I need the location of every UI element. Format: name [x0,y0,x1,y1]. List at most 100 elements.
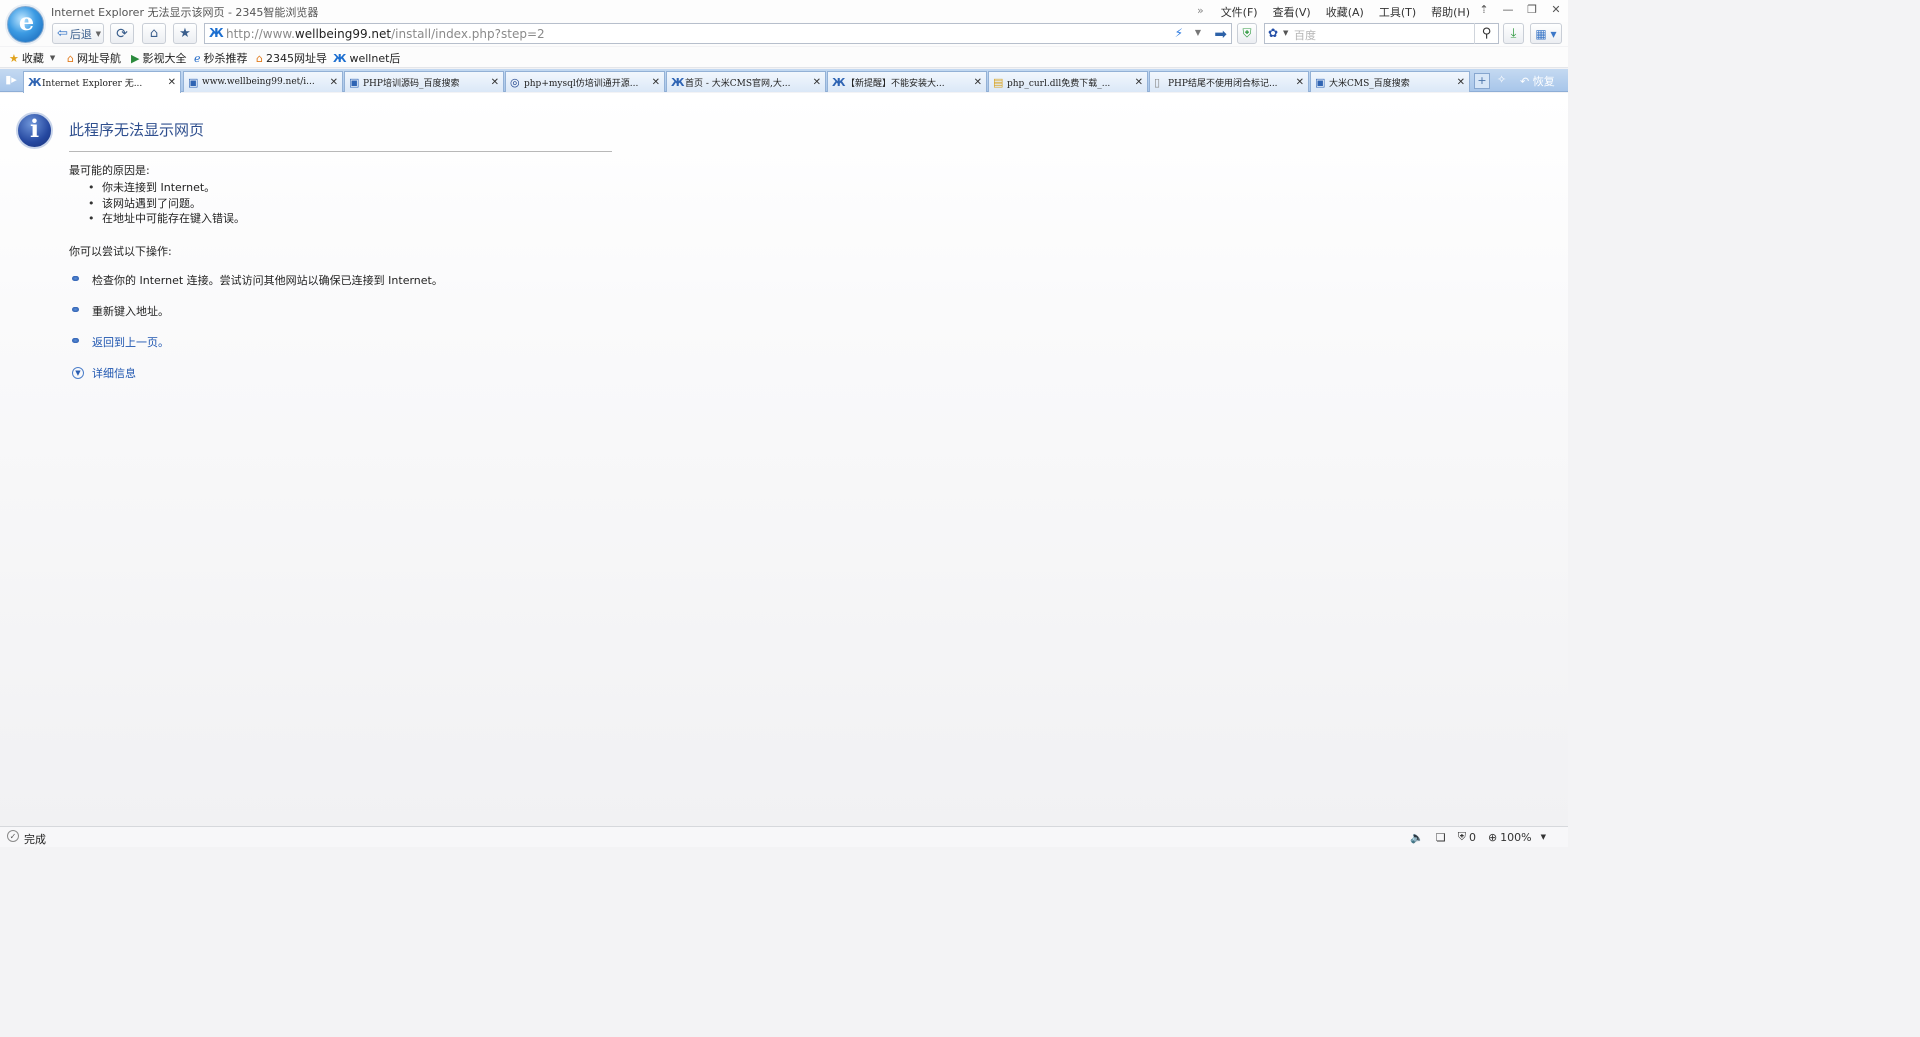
status-check-icon: ✓ [7,830,19,842]
close-tab-icon[interactable]: ✕ [650,77,660,88]
house-icon: ⌂ [256,51,263,65]
favorite-link-nav[interactable]: ⌂ 网址导航 [67,50,121,66]
favorite-link-deals[interactable]: ℯ 秒杀推荐 [194,50,248,66]
site-favicon-icon: Ж [209,26,224,40]
action-check-connection: 检查你的 Internet 连接。尝试访问其他网站以确保已连接到 Interne… [72,272,443,288]
star-icon: ★ [179,26,191,41]
extensions-icon: ▦ ▾ [1535,26,1557,41]
tab-9[interactable]: ▣ 大米CMS_百度搜索 ✕ [1310,71,1470,92]
menu-help[interactable]: 帮助(H) [1431,4,1470,19]
favorites-menu[interactable]: ★ 收藏 ▼ [9,50,55,66]
back-button[interactable]: ⇦ 后退 ▼ [52,23,104,44]
back-arrow-icon: ⇦ [57,26,68,41]
bullet-icon [72,338,79,343]
speed-mode-icon[interactable]: ⚡ [1175,26,1183,40]
close-tab-icon[interactable]: ✕ [1133,77,1143,88]
site-icon: Ж [832,75,846,89]
favorite-button[interactable]: ★ [173,23,197,44]
restore-icon[interactable]: ❐ [1520,0,1544,20]
new-tab-button[interactable]: + [1474,73,1490,89]
title-bar: e Internet Explorer 无法显示该网页 - 2345智能浏览器 … [0,0,1568,43]
zoom-icon: ⊕ [1487,830,1498,844]
tab-2[interactable]: ▣ www.wellbeing99.net/i... ✕ [183,71,343,92]
home-button[interactable]: ⌂ [142,23,166,44]
favorite-link-wellnet[interactable]: Ж wellnet后 [333,50,400,66]
close-tab-icon[interactable]: ✕ [1455,77,1465,88]
go-arrow-icon[interactable]: ➡ [1214,25,1227,43]
tab-7[interactable]: ▤ php_curl.dll免费下载_... ✕ [988,71,1148,92]
menu-favorites[interactable]: 收藏(A) [1326,4,1364,19]
menu-bar: » 文件(F) 查看(V) 收藏(A) 工具(T) 帮助(H) [1197,4,1470,19]
extensions-button[interactable]: ▦ ▾ [1530,23,1562,44]
favorite-link-2345[interactable]: ⌂ 2345网址导 [256,50,327,66]
close-tab-icon[interactable]: ✕ [328,77,338,88]
tab-3[interactable]: ▣ PHP培训源码_百度搜索 ✕ [344,71,504,92]
back-dropdown-icon[interactable]: ▼ [96,30,101,38]
search-engine-paw-icon[interactable]: ✿ [1268,26,1278,40]
reasons-heading: 最可能的原因是: [69,164,150,177]
info-icon: i [16,112,53,149]
search-icon[interactable]: ⚲ [1474,23,1498,44]
action-retype-address: 重新键入地址。 [72,303,169,319]
favorite-link-video[interactable]: ▶ 影视大全 [131,50,186,66]
bullet-icon [72,307,79,312]
menu-file[interactable]: 文件(F) [1221,4,1258,19]
site-icon: Ж [671,75,685,89]
back-label: 后退 [69,27,92,41]
speaker-icon[interactable]: 🔈 [1410,831,1424,844]
address-bar[interactable]: Ж http://www.wellbeing99.net/install/ind… [204,23,1232,44]
browser-logo-icon[interactable]: e [7,6,44,43]
site-icon: Ж [333,51,347,65]
security-shield-button[interactable]: ⛨ [1237,23,1257,44]
play-icon: ▶ [131,51,140,65]
status-text: 完成 [24,833,46,846]
list-item: 你未连接到 Internet。 [88,179,245,195]
back-to-previous-link[interactable]: 返回到上一页。 [72,334,169,350]
pin-icon[interactable]: ⇡ [1472,0,1496,20]
close-tab-icon[interactable]: ✕ [972,77,982,88]
tab-4[interactable]: ◎ php+mysql仿培训通开源... ✕ [505,71,665,92]
minimize-icon[interactable]: — [1496,0,1520,20]
close-icon[interactable]: ✕ [1544,0,1568,20]
actions-heading: 你可以尝试以下操作: [69,245,172,258]
tab-1[interactable]: Ж Internet Explorer 无... ✕ [23,71,181,93]
menu-expand-icon[interactable]: » [1197,4,1204,18]
window-title: Internet Explorer 无法显示该网页 - 2345智能浏览器 [51,6,319,19]
sidebar-toggle-icon[interactable]: ▮▸ [0,69,22,91]
reasons-list: 你未连接到 Internet。 该网站遇到了问题。 在地址中可能存在键入错误。 [88,179,245,226]
list-item: 该网站遇到了问题。 [88,195,245,211]
search-engine-dropdown-icon[interactable]: ▼ [1283,29,1288,37]
chevron-down-circle-icon[interactable]: ▼ [72,367,84,379]
restore-tab-button[interactable]: ↶ 恢复 [1520,73,1555,89]
zoom-control[interactable]: ⊕ 100% ▼ [1488,831,1546,844]
download-button[interactable]: ⤓ [1503,23,1524,44]
list-item: 在地址中可能存在键入错误。 [88,210,245,226]
search-input[interactable]: 百度 [1294,27,1316,43]
tab-5[interactable]: Ж 首页 - 大米CMS官网,大... ✕ [666,71,826,92]
chevron-down-icon: ▼ [49,54,56,62]
window-icon[interactable]: ❏ [1436,831,1446,844]
menu-view[interactable]: 查看(V) [1273,4,1311,19]
paw-icon: ▣ [349,75,360,89]
close-tab-icon[interactable]: ✕ [489,77,499,88]
tab-8[interactable]: ▯ PHP结尾不使用闭合标记... ✕ [1149,71,1309,92]
adblock-counter[interactable]: ⛨ 0 [1458,830,1476,844]
refresh-button[interactable]: ⟳ [110,23,134,44]
download-icon: ⤓ [1510,26,1517,41]
paw-icon: ▣ [188,75,199,89]
refresh-icon: ⟳ [116,25,128,42]
home-icon: ⌂ [149,26,159,41]
status-bar: ✓ 完成 🔈 ❏ ⛨ 0 ⊕ 100% ▼ [0,826,1568,847]
close-tab-icon[interactable]: ✕ [166,77,176,88]
address-url[interactable]: http://www.wellbeing99.net/install/index… [226,27,545,41]
more-details-link[interactable]: ▼ 详细信息 [72,365,136,381]
clean-tabs-icon[interactable]: ✧ [1497,73,1506,86]
menu-tools[interactable]: 工具(T) [1379,4,1416,19]
close-tab-icon[interactable]: ✕ [811,77,821,88]
address-dropdown-icon[interactable]: ▼ [1195,28,1201,37]
close-tab-icon[interactable]: ✕ [1294,77,1304,88]
favorites-bar: ★ 收藏 ▼ ⌂ 网址导航 ▶ 影视大全 ℯ 秒杀推荐 ⌂ 2345网址导 Ж … [0,47,1568,68]
folder-icon: ▤ [993,75,1004,89]
search-box[interactable]: ✿ ▼ 百度 ⚲ [1264,23,1499,44]
tab-6[interactable]: Ж 【新提醒】不能安装大... ✕ [827,71,987,92]
